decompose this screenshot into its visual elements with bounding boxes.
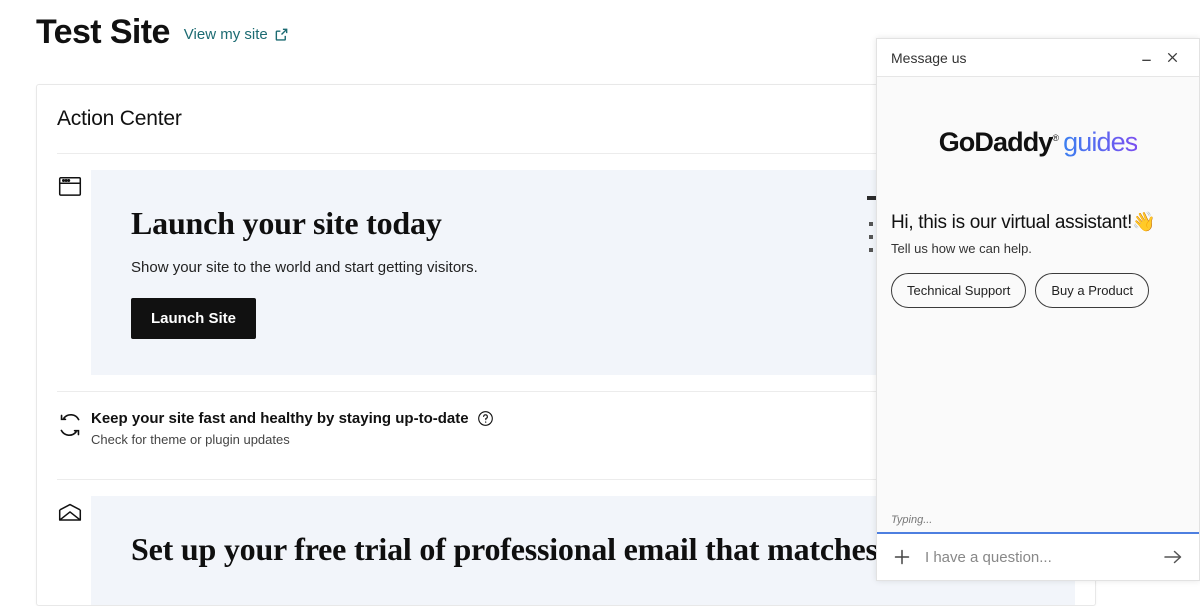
quick-reply-technical-support[interactable]: Technical Support bbox=[891, 273, 1027, 308]
godaddy-guides-logo: GoDaddy® guides bbox=[891, 127, 1185, 158]
assistant-greeting-sub: Tell us how we can help. bbox=[891, 241, 1032, 256]
plus-icon[interactable] bbox=[891, 546, 913, 568]
minimize-icon[interactable] bbox=[1133, 45, 1159, 71]
question-mark-circle-icon[interactable] bbox=[477, 410, 494, 427]
view-my-site-label: View my site bbox=[183, 26, 268, 43]
page-title: Test Site bbox=[36, 13, 170, 51]
envelope-icon bbox=[57, 496, 91, 531]
chat-header-title: Message us bbox=[891, 49, 967, 66]
brand-secondary: guides bbox=[1063, 127, 1138, 157]
chat-message-input[interactable] bbox=[925, 548, 1149, 566]
quick-reply-group: Technical Support Buy a Product bbox=[891, 273, 1185, 308]
chat-body: GoDaddy® guides Hi, this is our virtual a… bbox=[877, 77, 1199, 514]
brand-primary: GoDaddy bbox=[938, 127, 1054, 157]
external-link-icon bbox=[274, 27, 289, 42]
close-icon[interactable] bbox=[1159, 45, 1185, 71]
assistant-greeting: Hi, this is our virtual assistant!👋 bbox=[891, 212, 1156, 233]
launch-site-button[interactable]: Launch Site bbox=[131, 298, 257, 340]
quick-reply-buy-a-product[interactable]: Buy a Product bbox=[1035, 273, 1149, 308]
chat-widget: Message us GoDaddy® guides Hi, this is ou… bbox=[876, 38, 1200, 581]
arrow-right-icon[interactable] bbox=[1161, 545, 1185, 569]
typing-indicator: Typing... bbox=[891, 514, 933, 526]
brand-registered-mark: ® bbox=[1052, 133, 1059, 143]
chat-header: Message us bbox=[877, 39, 1199, 77]
view-my-site-link[interactable]: View my site bbox=[184, 26, 289, 43]
browser-window-icon bbox=[57, 170, 91, 205]
chat-input-bar bbox=[877, 532, 1199, 580]
stay-updated-heading: Keep your site fast and healthy by stayi… bbox=[91, 410, 469, 428]
refresh-sync-icon bbox=[57, 408, 91, 443]
